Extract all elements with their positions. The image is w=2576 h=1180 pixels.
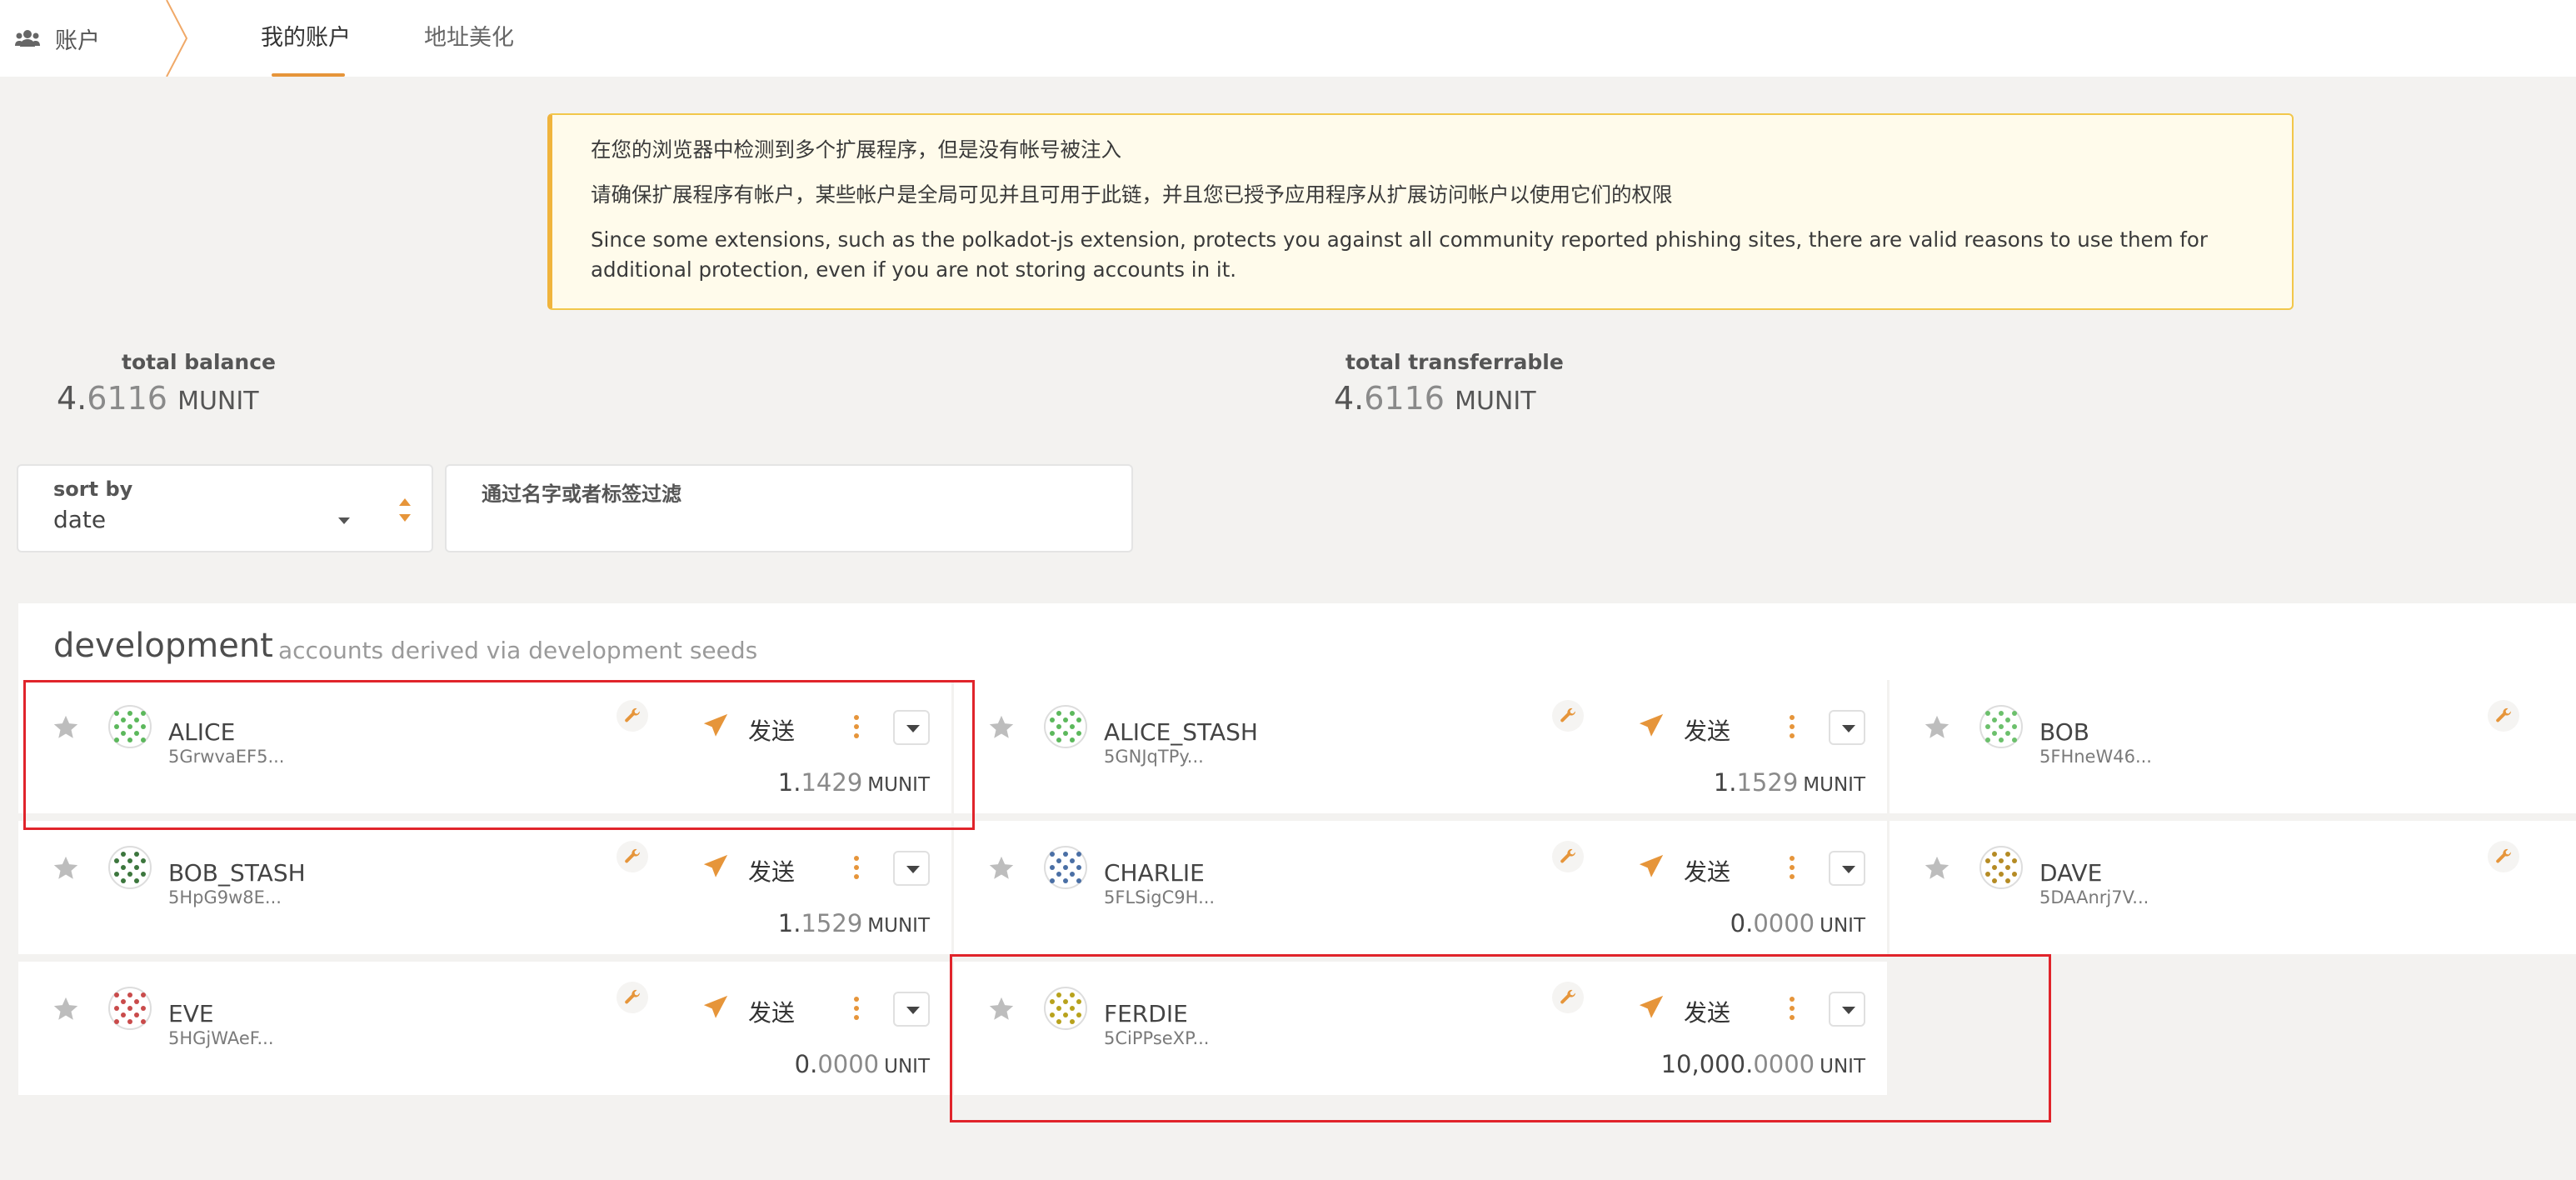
send-button[interactable]: 发送	[748, 995, 795, 1028]
send-button[interactable]: 发送	[1684, 713, 1730, 747]
total-transferrable-label: total transferrable	[1345, 350, 1564, 374]
wrench-icon[interactable]	[2488, 700, 2519, 732]
account-balance: 1.1529 MUNIT	[1713, 768, 1865, 797]
account-address[interactable]: 5DAAnrj7V...	[2039, 888, 2149, 908]
account-card: EVE 5HGjWAeF... 发送 0.0000 UNIT	[18, 962, 951, 1095]
paper-plane-icon[interactable]	[701, 993, 730, 1022]
sort-by-dropdown[interactable]: sort by date	[17, 464, 433, 552]
account-name: BOB_STASH	[168, 859, 306, 887]
favorite-star-icon[interactable]	[987, 854, 1016, 882]
account-name: DAVE	[2039, 859, 2103, 887]
top-navigation-bar: 账户 我的账户 地址美化	[0, 0, 2576, 77]
account-balance: 0.0000 UNIT	[1730, 909, 1865, 938]
favorite-star-icon[interactable]	[52, 854, 80, 882]
account-name: EVE	[168, 1000, 214, 1028]
active-tab-indicator	[272, 73, 345, 77]
send-button[interactable]: 发送	[1684, 854, 1730, 888]
identicon-avatar[interactable]	[1044, 705, 1087, 748]
account-address[interactable]: 5FLSigC9H...	[1104, 888, 1215, 908]
identicon-avatar[interactable]	[108, 987, 152, 1030]
more-options-icon[interactable]	[1787, 713, 1797, 740]
extension-warning-banner: 在您的浏览器中检测到多个扩展程序，但是没有帐号被注入 请确保扩展程序有帐户，某些…	[547, 113, 2294, 310]
wrench-icon[interactable]	[2488, 841, 2519, 872]
breadcrumb[interactable]: 账户	[15, 0, 100, 77]
filter-input[interactable]	[447, 466, 1135, 552]
account-address[interactable]: 5HpG9w8E...	[168, 888, 282, 908]
more-options-icon[interactable]	[851, 854, 861, 881]
sort-by-value: date	[53, 506, 107, 533]
wrench-icon[interactable]	[617, 841, 648, 872]
identicon-avatar[interactable]	[1979, 846, 2023, 889]
filter-field[interactable]: 通过名字或者标签过滤	[445, 464, 1135, 552]
identicon-avatar[interactable]	[108, 846, 152, 889]
warning-line-1: 在您的浏览器中检测到多个扩展程序，但是没有帐号被注入	[591, 138, 1121, 162]
development-section-header: development accounts derived via develop…	[18, 603, 2576, 680]
tab-address-vanity[interactable]: 地址美化	[424, 0, 514, 77]
more-options-icon[interactable]	[851, 995, 861, 1022]
sort-order-toggle-icon[interactable]	[397, 496, 413, 524]
wrench-icon[interactable]	[1552, 841, 1584, 872]
account-balance: 0.0000 UNIT	[794, 1050, 930, 1078]
sort-by-label: sort by	[53, 478, 133, 501]
more-options-icon[interactable]	[1787, 854, 1797, 881]
expand-account-button[interactable]	[893, 851, 930, 886]
breadcrumb-label: 账户	[55, 28, 100, 54]
send-button[interactable]: 发送	[748, 854, 795, 888]
warning-line-3: Since some extensions, such as the polka…	[591, 228, 2208, 282]
breadcrumb-separator-icon	[166, 0, 188, 77]
total-transferrable-value: 4.6116 MUNIT	[1334, 380, 1536, 417]
total-balance-value: 4.6116 MUNIT	[57, 380, 259, 417]
expand-account-button[interactable]	[1829, 710, 1865, 745]
chevron-down-icon	[338, 518, 350, 524]
identicon-avatar[interactable]	[1044, 846, 1087, 889]
favorite-star-icon[interactable]	[52, 995, 80, 1023]
highlight-box-alice	[23, 680, 975, 830]
account-address[interactable]: 5GNJqTPy...	[1104, 747, 1204, 767]
paper-plane-icon[interactable]	[1637, 712, 1665, 740]
expand-account-button[interactable]	[1829, 851, 1865, 886]
account-name: BOB	[2039, 718, 2089, 746]
warning-line-2: 请确保扩展程序有帐户，某些帐户是全局可见并且可用于此链，并且您已授予应用程序从扩…	[591, 182, 1673, 207]
account-name: ALICE_STASH	[1104, 718, 1258, 746]
account-card: BOB 5FHneW46...	[1890, 680, 2576, 813]
account-name: CHARLIE	[1104, 859, 1205, 887]
account-balance: 1.1529 MUNIT	[777, 909, 930, 938]
highlight-box-ferdie	[950, 954, 2051, 1122]
favorite-star-icon[interactable]	[1923, 854, 1951, 882]
wrench-icon[interactable]	[617, 982, 648, 1013]
section-title: development	[53, 627, 273, 665]
paper-plane-icon[interactable]	[701, 852, 730, 881]
favorite-star-icon[interactable]	[1923, 713, 1951, 742]
account-card: CHARLIE 5FLSigC9H... 发送 0.0000 UNIT	[954, 821, 1887, 954]
account-card: DAVE 5DAAnrj7V...	[1890, 821, 2576, 954]
account-address[interactable]: 5HGjWAeF...	[168, 1028, 274, 1048]
account-address[interactable]: 5FHneW46...	[2039, 747, 2152, 767]
tab-my-accounts[interactable]: 我的账户	[261, 0, 351, 77]
expand-account-button[interactable]	[893, 992, 930, 1027]
users-icon	[15, 28, 40, 49]
account-card: ALICE_STASH 5GNJqTPy... 发送 1.1529 MUNIT	[954, 680, 1887, 813]
wrench-icon[interactable]	[1552, 700, 1584, 732]
paper-plane-icon[interactable]	[1637, 852, 1665, 881]
total-balance-label: total balance	[122, 350, 276, 374]
identicon-avatar[interactable]	[1979, 705, 2023, 748]
section-subtitle: accounts derived via development seeds	[278, 637, 758, 664]
favorite-star-icon[interactable]	[987, 713, 1016, 742]
account-card: BOB_STASH 5HpG9w8E... 发送 1.1529 MUNIT	[18, 821, 951, 954]
